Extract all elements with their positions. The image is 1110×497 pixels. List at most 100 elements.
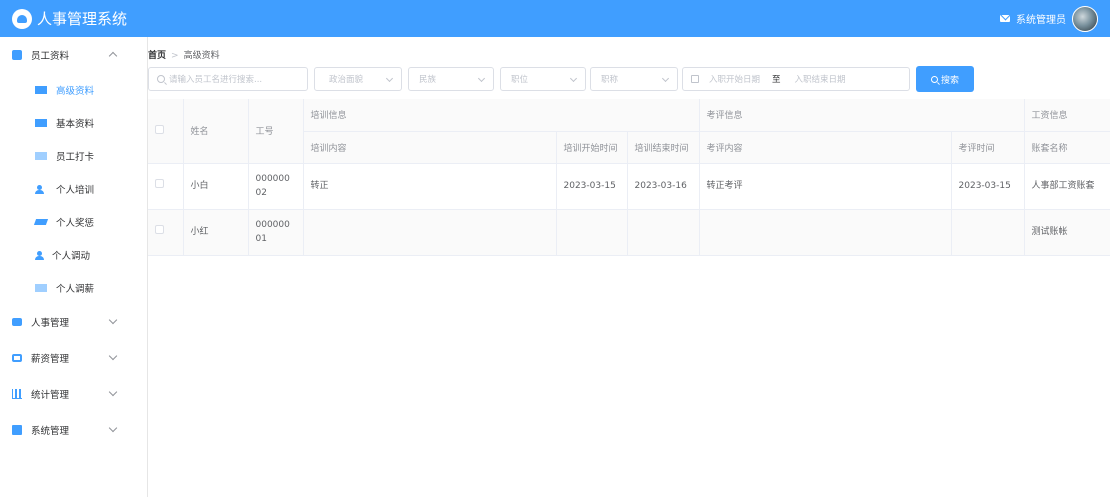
cell-name: 小红 <box>183 209 249 256</box>
chevron-down-icon <box>661 74 670 83</box>
sidebar-item-basic-info[interactable]: 基本资料 <box>0 106 147 139</box>
row-checkbox[interactable] <box>155 225 164 234</box>
sidebar-item-label: 个人调动 <box>52 250 91 262</box>
column-header[interactable]: 培训结束时间 <box>627 131 700 164</box>
menu-salary[interactable]: 薪资管理 <box>0 340 147 376</box>
cell-training-end: 2023-03-16 <box>627 163 700 210</box>
id-card-icon <box>35 151 47 160</box>
start-date-input[interactable]: 入职开始日期 <box>709 73 760 85</box>
select-all-checkbox[interactable] <box>155 124 164 134</box>
filter-bar: 请输入员工名进行搜索... 政治面貌 民族 职位 职称 入职开始日期 至 入职结… <box>148 67 978 91</box>
breadcrumb: 首页 > 高级资料 <box>148 48 220 61</box>
windows-icon <box>12 425 22 435</box>
sidebar-item-training[interactable]: 个人培训 <box>0 172 147 205</box>
id-card-icon <box>12 318 22 326</box>
app-title: 人事管理系统 <box>37 10 128 28</box>
column-header[interactable]: 姓名 <box>183 99 249 164</box>
menu-label: 人事管理 <box>31 318 70 329</box>
select-placeholder: 职称 <box>601 75 619 85</box>
employee-table: 姓名 工号 培训信息 考评信息 工资信息 培训内容 培训开始时间 培训结束时间 … <box>148 99 1110 256</box>
row-checkbox[interactable] <box>155 179 164 188</box>
table-row[interactable]: 小红 00000001 测试账帐 <box>148 209 1110 256</box>
search-icon <box>930 75 938 83</box>
sidebar-item-label: 基本资料 <box>56 118 95 130</box>
search-button[interactable]: 搜索 <box>916 66 974 92</box>
sidebar-item-salary-adjust[interactable]: 个人调薪 <box>0 271 147 304</box>
cell-training-end <box>627 209 700 256</box>
breadcrumb-separator-icon: > <box>171 51 179 61</box>
search-button-label: 搜索 <box>940 75 959 86</box>
chevron-up-icon <box>108 51 118 61</box>
cell-account-name: 测试账帐 <box>1024 209 1110 256</box>
cell-training-content: 转正 <box>303 163 557 210</box>
table-row[interactable]: 小白 00000002 转正 2023-03-15 2023-03-16 转正考… <box>148 163 1110 210</box>
chevron-down-icon <box>108 387 118 397</box>
breadcrumb-home[interactable]: 首页 <box>148 51 166 61</box>
cell-appraisal-time <box>951 209 1025 256</box>
menu-label: 员工资料 <box>31 51 70 62</box>
title-select[interactable]: 职称 <box>590 67 678 91</box>
user-name[interactable]: 系统管理员 <box>1016 11 1066 26</box>
cell-account-name: 人事部工资账套 <box>1024 163 1110 210</box>
sidebar-item-advanced-info[interactable]: 高级资料 <box>0 73 147 106</box>
row-select-cell <box>148 209 184 256</box>
column-header[interactable]: 考评内容 <box>699 131 952 164</box>
mail-icon[interactable] <box>1000 15 1010 22</box>
column-header[interactable]: 考评时间 <box>951 131 1025 164</box>
menu-label: 薪资管理 <box>31 354 70 365</box>
avatar[interactable] <box>1072 5 1098 32</box>
chevron-down-icon <box>108 315 118 325</box>
menu-employee-info[interactable]: 员工资料 <box>0 37 147 73</box>
cell-training-content <box>303 209 557 256</box>
group-header: 考评信息 <box>699 99 1025 132</box>
cell-appraisal-time: 2023-03-15 <box>951 163 1025 210</box>
sidebar-item-clock-in[interactable]: 员工打卡 <box>0 139 147 172</box>
sidebar-item-rewards[interactable]: 个人奖惩 <box>0 205 147 238</box>
menu-personnel[interactable]: 人事管理 <box>0 304 147 340</box>
user-menu[interactable]: 系统管理员 <box>1000 5 1098 32</box>
select-placeholder: 职位 <box>511 75 529 85</box>
main-content: 首页 > 高级资料 请输入员工名进行搜索... 政治面貌 民族 职位 职称 入职开始… <box>148 37 1110 497</box>
brand: 人事管理系统 <box>12 8 127 29</box>
sidebar-item-label: 个人调薪 <box>56 283 95 295</box>
chevron-down-icon <box>569 74 578 83</box>
position-select[interactable]: 职位 <box>500 67 586 91</box>
range-separator: 至 <box>772 75 781 85</box>
breadcrumb-current: 高级资料 <box>183 51 220 61</box>
search-icon <box>157 75 165 83</box>
chevron-down-icon <box>108 351 118 361</box>
sidebar: 员工资料 高级资料 基本资料 员工打卡 个人培训 个人奖惩 个人调动 个人调薪 … <box>0 37 148 497</box>
menu-label: 统计管理 <box>31 390 70 401</box>
sidebar-item-transfer[interactable]: 个人调动 <box>0 238 147 271</box>
select-placeholder: 民族 <box>419 75 437 85</box>
menu-system[interactable]: 系统管理 <box>0 412 147 448</box>
money-icon <box>12 354 22 362</box>
cell-name: 小白 <box>183 163 249 210</box>
select-placeholder: 政治面貌 <box>329 75 364 85</box>
cell-appraisal-content <box>699 209 952 256</box>
menu-statistics[interactable]: 统计管理 <box>0 376 147 412</box>
column-header[interactable]: 培训开始时间 <box>556 131 628 164</box>
id-card-icon <box>35 118 47 127</box>
date-range-picker[interactable]: 入职开始日期 至 入职结束日期 <box>682 67 910 91</box>
column-header[interactable]: 工号 <box>248 99 304 164</box>
nation-select[interactable]: 民族 <box>408 67 494 91</box>
search-input[interactable]: 请输入员工名进行搜索... <box>148 67 308 91</box>
id-card-icon <box>35 283 47 292</box>
select-all-header <box>148 99 184 164</box>
search-placeholder: 请输入员工名进行搜索... <box>169 75 263 85</box>
column-header[interactable]: 培训内容 <box>303 131 557 164</box>
column-header[interactable]: 账套名称 <box>1024 131 1110 164</box>
top-bar: 人事管理系统 系统管理员 <box>0 0 1110 37</box>
cell-work-id: 00000002 <box>248 163 304 210</box>
logo-icon <box>12 8 32 29</box>
cell-training-start <box>556 209 628 256</box>
cell-appraisal-content: 转正考评 <box>699 163 952 210</box>
chevron-down-icon <box>108 423 118 433</box>
end-date-input[interactable]: 入职结束日期 <box>795 73 846 85</box>
politic-select[interactable]: 政治面貌 <box>314 67 402 91</box>
user-circle-icon <box>12 50 22 60</box>
sidebar-item-label: 员工打卡 <box>56 151 95 163</box>
menu-label: 系统管理 <box>31 426 70 437</box>
person-icon <box>35 250 44 260</box>
